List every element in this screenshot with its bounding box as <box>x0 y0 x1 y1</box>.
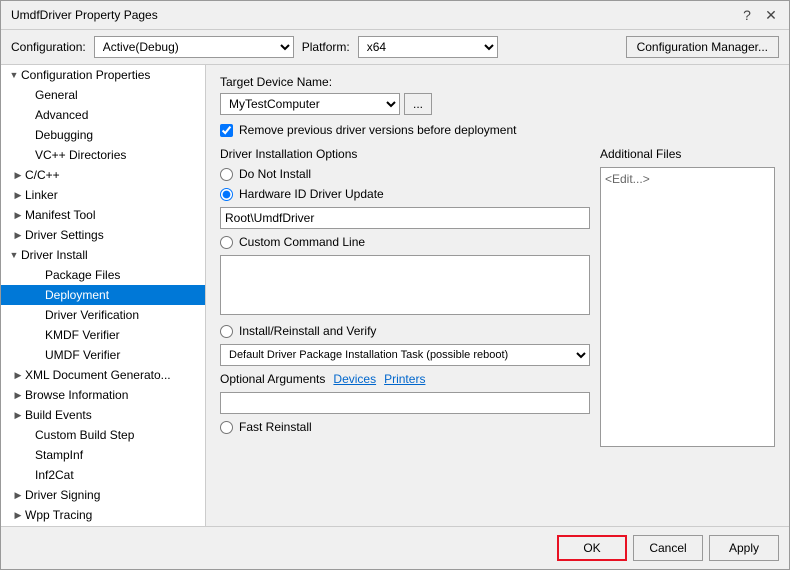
driver-install-section-title: Driver Installation Options <box>220 147 590 161</box>
title-bar-controls: ? ✕ <box>739 7 779 23</box>
target-device-row: MyTestComputer ... <box>220 93 775 115</box>
tree-item-general[interactable]: General <box>1 85 205 105</box>
target-device-select[interactable]: MyTestComputer <box>220 93 400 115</box>
radio-do-not-install[interactable] <box>220 168 233 181</box>
radio-install-label: Install/Reinstall and Verify <box>239 324 376 338</box>
optional-args-row: Optional Arguments Devices Printers <box>220 372 590 386</box>
radio-hw-id[interactable] <box>220 188 233 201</box>
install-task-select[interactable]: Default Driver Package Installation Task… <box>220 344 590 366</box>
radio-fast-reinstall[interactable] <box>220 421 233 434</box>
tree-item-manifest-tool[interactable]: ▶ Manifest Tool <box>1 205 205 225</box>
tree-item-driver-verification[interactable]: Driver Verification <box>1 305 205 325</box>
additional-files-box: <Edit...> <box>600 167 775 447</box>
remove-checkbox-label: Remove previous driver versions before d… <box>239 123 516 137</box>
tree-item-stampinf[interactable]: StampInf <box>1 445 205 465</box>
tree-item-xml-doc[interactable]: ▶ XML Document Generato... <box>1 365 205 385</box>
optional-args-input[interactable] <box>220 392 590 414</box>
tree-item-browse-info[interactable]: ▶ Browse Information <box>1 385 205 405</box>
two-col-layout: Driver Installation Options Do Not Insta… <box>220 147 775 447</box>
radio-do-not-install-label: Do Not Install <box>239 167 311 181</box>
optional-args-label: Optional Arguments <box>220 372 325 386</box>
remove-checkbox[interactable] <box>220 124 233 137</box>
driver-install-col: Driver Installation Options Do Not Insta… <box>220 147 590 447</box>
additional-files-col: Additional Files <Edit...> <box>600 147 775 447</box>
config-bar: Configuration: Active(Debug) Platform: x… <box>1 30 789 65</box>
tree-item-debugging[interactable]: Debugging <box>1 125 205 145</box>
tree-item-kmdf-verifier[interactable]: KMDF Verifier <box>1 325 205 345</box>
tree-item-vc-dirs[interactable]: VC++ Directories <box>1 145 205 165</box>
radio-fast-reinstall-label: Fast Reinstall <box>239 420 312 434</box>
additional-files-title: Additional Files <box>600 147 775 161</box>
radio-install-row: Install/Reinstall and Verify <box>220 324 590 338</box>
tree-item-config-props[interactable]: ▼ Configuration Properties <box>1 65 205 85</box>
tree-panel: ▼ Configuration Properties General Advan… <box>1 65 206 526</box>
radio-hw-id-label: Hardware ID Driver Update <box>239 187 384 201</box>
radio-do-not-install-row: Do Not Install <box>220 167 590 181</box>
tree-item-driver-settings[interactable]: ▶ Driver Settings <box>1 225 205 245</box>
install-select-row: Default Driver Package Installation Task… <box>220 344 590 366</box>
tree-item-package-files[interactable]: Package Files <box>1 265 205 285</box>
tree-item-linker[interactable]: ▶ Linker <box>1 185 205 205</box>
target-device-section: Target Device Name: MyTestComputer ... <box>220 75 775 115</box>
title-bar: UmdfDriver Property Pages ? ✕ <box>1 1 789 30</box>
radio-install[interactable] <box>220 325 233 338</box>
hw-id-input[interactable] <box>220 207 590 229</box>
config-manager-button[interactable]: Configuration Manager... <box>626 36 779 58</box>
tree-item-build-events[interactable]: ▶ Build Events <box>1 405 205 425</box>
right-panel: Target Device Name: MyTestComputer ... R… <box>206 65 789 526</box>
tree-item-wpp-tracing[interactable]: ▶ Wpp Tracing <box>1 505 205 525</box>
dialog-title: UmdfDriver Property Pages <box>11 8 158 22</box>
bottom-bar: OK Cancel Apply <box>1 526 789 569</box>
tree-item-driver-install[interactable]: ▼ Driver Install <box>1 245 205 265</box>
tree-item-cpp[interactable]: ▶ C/C++ <box>1 165 205 185</box>
radio-fast-reinstall-row: Fast Reinstall <box>220 420 590 434</box>
radio-custom-row: Custom Command Line <box>220 235 590 249</box>
additional-files-edit[interactable]: <Edit...> <box>605 172 650 186</box>
tree-item-deployment[interactable]: Deployment <box>1 285 205 305</box>
expand-icon-config-props: ▼ <box>7 70 21 80</box>
help-button[interactable]: ? <box>739 7 755 23</box>
custom-cmd-textarea[interactable] <box>220 255 590 315</box>
platform-select[interactable]: x64 <box>358 36 498 58</box>
tree-item-driver-signing[interactable]: ▶ Driver Signing <box>1 485 205 505</box>
cancel-button[interactable]: Cancel <box>633 535 703 561</box>
ok-button[interactable]: OK <box>557 535 627 561</box>
main-content: ▼ Configuration Properties General Advan… <box>1 65 789 526</box>
config-label: Configuration: <box>11 40 86 54</box>
config-select[interactable]: Active(Debug) <box>94 36 294 58</box>
remove-checkbox-row: Remove previous driver versions before d… <box>220 123 775 137</box>
platform-label: Platform: <box>302 40 350 54</box>
dialog-window: UmdfDriver Property Pages ? ✕ Configurat… <box>0 0 790 570</box>
browse-device-button[interactable]: ... <box>404 93 432 115</box>
printers-link[interactable]: Printers <box>384 372 425 386</box>
radio-custom-label: Custom Command Line <box>239 235 365 249</box>
tree-item-custom-build[interactable]: Custom Build Step <box>1 425 205 445</box>
target-device-label: Target Device Name: <box>220 75 775 89</box>
radio-custom[interactable] <box>220 236 233 249</box>
radio-hw-id-row: Hardware ID Driver Update <box>220 187 590 201</box>
tree-item-advanced[interactable]: Advanced <box>1 105 205 125</box>
devices-link[interactable]: Devices <box>333 372 376 386</box>
close-button[interactable]: ✕ <box>763 7 779 23</box>
tree-item-umdf-verifier[interactable]: UMDF Verifier <box>1 345 205 365</box>
apply-button[interactable]: Apply <box>709 535 779 561</box>
tree-item-inf2cat[interactable]: Inf2Cat <box>1 465 205 485</box>
